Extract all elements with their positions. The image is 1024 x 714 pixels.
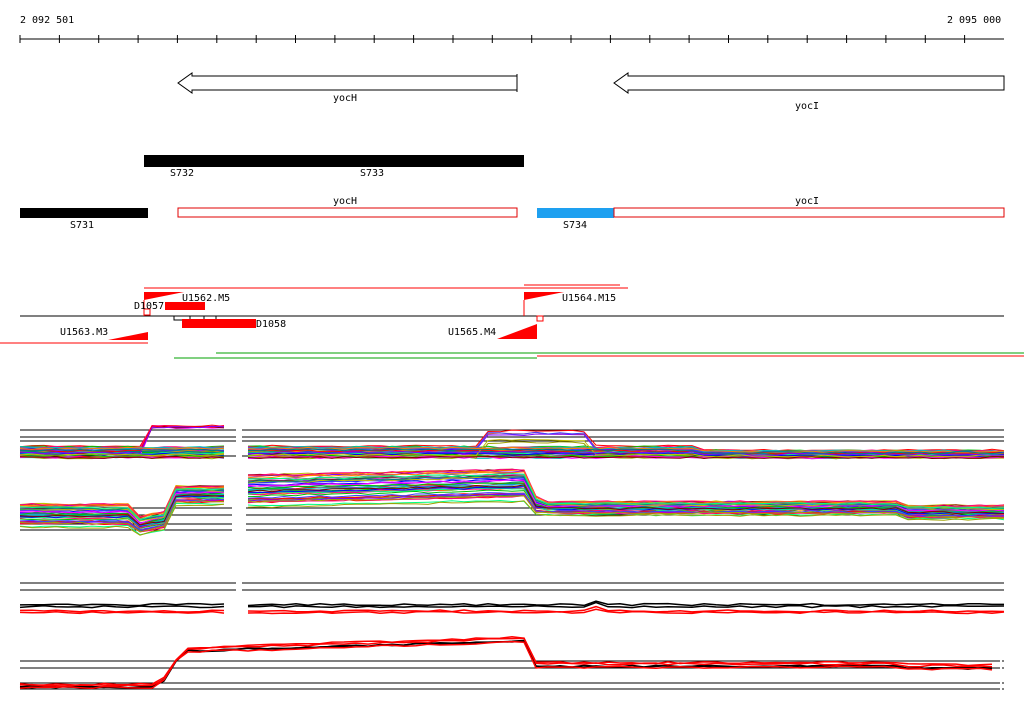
gene-yocI[interactable]: yocI (613, 72, 1005, 112)
expression-panel-top (19, 424, 1005, 460)
promoter-D1057[interactable] (144, 292, 184, 300)
segment-label-S731: S731 (70, 220, 94, 231)
segment-label-S733: S733 (360, 168, 384, 179)
feature-label-D1058: D1058 (256, 319, 286, 330)
segment-S731-bar[interactable] (20, 208, 148, 218)
promoter-U1565.M4[interactable] (497, 324, 537, 339)
coord-start-label: 2 092 501 (20, 15, 74, 26)
feature-D1058-bar[interactable] (182, 319, 256, 328)
feature-label-U1563.M3: U1563.M3 (60, 327, 108, 338)
promoter-U1563.M3[interactable] (108, 332, 148, 340)
segment-S732-S733-bar[interactable] (144, 155, 524, 167)
expression-panel-middle (19, 468, 1005, 536)
genome-browser-view: 2 092 501 2 095 000 yocH yocI S732 S733 … (0, 15, 1024, 690)
segment-label-S732: S732 (170, 168, 194, 179)
gene-label-yocI: yocI (795, 101, 819, 112)
promoter-U1564.M15[interactable] (524, 292, 564, 300)
expression-panel-bottom (19, 636, 1004, 690)
transcript-yocI-bar[interactable] (613, 207, 1005, 218)
gene-yocH[interactable]: yocH (177, 72, 518, 104)
feature-track: D1057 U1562.M5 U1564.M15 D1058 U1563.M3 … (0, 284, 1024, 359)
segment-label-S734: S734 (563, 220, 587, 231)
transcript-label-yocI: yocI (795, 196, 819, 207)
transcript-label-yocH: yocH (333, 196, 357, 207)
segment-S734-bar[interactable] (537, 208, 614, 218)
feature-label-U1564.M15: U1564.M15 (562, 293, 616, 304)
position-ruler (19, 35, 1004, 43)
transcript-yocH-bar[interactable] (177, 207, 518, 218)
expression-panel-lower (19, 582, 1005, 615)
gene-label-yocH: yocH (333, 93, 357, 104)
coord-end-label: 2 095 000 (947, 15, 1001, 26)
feature-label-D1057: D1057 (134, 301, 164, 312)
feature-label-U1565.M4: U1565.M4 (448, 327, 496, 338)
feature-label-U1562.M5: U1562.M5 (182, 293, 230, 304)
